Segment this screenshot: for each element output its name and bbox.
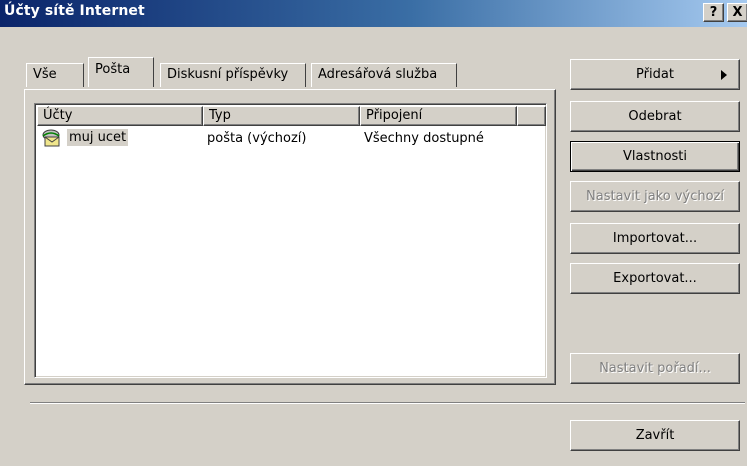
- window-title: Účty sítě Internet: [4, 3, 145, 19]
- tab-directory-service[interactable]: Adresářová služba: [311, 63, 457, 87]
- internet-accounts-dialog: Účty sítě Internet ? X Vše Pošta Diskusn…: [0, 0, 747, 466]
- export-button[interactable]: Exportovat...: [570, 263, 740, 294]
- accounts-list[interactable]: Účty Typ Připojení muj ucet pošta (výcho…: [34, 103, 547, 378]
- list-header: Účty Typ Připojení: [37, 106, 546, 126]
- account-connection: Všechny dostupné: [364, 131, 484, 146]
- column-header-filler: [517, 106, 546, 126]
- close-window-button[interactable]: X: [727, 3, 747, 22]
- column-header-accounts[interactable]: Účty: [37, 106, 203, 126]
- add-button-label: Přidat: [636, 67, 674, 82]
- column-header-type[interactable]: Typ: [203, 106, 360, 126]
- mail-account-icon: [42, 129, 60, 147]
- add-button[interactable]: Přidat: [570, 59, 740, 90]
- account-name: muj ucet: [67, 129, 129, 146]
- tab-mail[interactable]: Pošta: [88, 57, 154, 87]
- tab-news[interactable]: Diskusní příspěvky: [160, 63, 306, 87]
- close-button[interactable]: Zavřít: [570, 420, 740, 451]
- remove-button[interactable]: Odebrat: [570, 101, 740, 132]
- column-header-connection[interactable]: Připojení: [360, 106, 517, 126]
- properties-button[interactable]: Vlastnosti: [570, 141, 740, 172]
- title-bar[interactable]: Účty sítě Internet ? X: [0, 0, 747, 27]
- separator-line: [30, 402, 745, 404]
- set-default-button[interactable]: Nastavit jako výchozí: [570, 181, 740, 212]
- set-order-button[interactable]: Nastavit pořadí...: [570, 353, 740, 384]
- account-type: pošta (výchozí): [207, 131, 307, 146]
- import-button[interactable]: Importovat...: [570, 223, 740, 254]
- table-row[interactable]: muj ucet pošta (výchozí) Všechny dostupn…: [37, 128, 544, 150]
- tab-all[interactable]: Vše: [26, 63, 84, 87]
- chevron-right-icon: [721, 70, 727, 80]
- help-button[interactable]: ?: [703, 3, 724, 22]
